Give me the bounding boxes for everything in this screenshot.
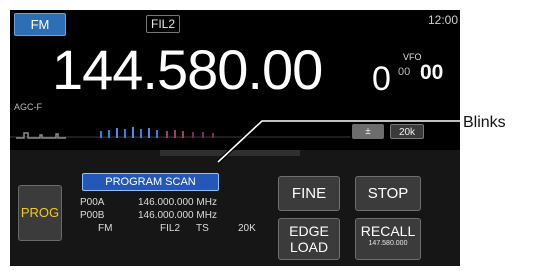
frequency-small-digit: 0	[372, 60, 391, 98]
fine-button[interactable]: FINE	[278, 176, 340, 211]
edge-load-line2: LOAD	[289, 239, 329, 255]
footer-filter: FIL2	[160, 223, 181, 234]
edge-load-button[interactable]: EDGE LOAD	[278, 218, 340, 260]
prog-button[interactable]: PROG	[18, 185, 62, 241]
program-scan-status: PROGRAM SCAN	[82, 173, 219, 191]
row-label-p00a: P00A	[80, 197, 105, 208]
panel-tab	[160, 150, 300, 156]
filter-button[interactable]: FIL2	[146, 15, 180, 33]
span-select-button[interactable]: ±	[352, 124, 384, 139]
callout-label: Blinks	[463, 114, 506, 131]
footer-ts-value: 20K	[238, 223, 256, 234]
clock: 12:00	[427, 13, 458, 27]
recall-button[interactable]: RECALL 147.580.000	[355, 218, 421, 260]
recall-label: RECALL	[360, 223, 416, 239]
recall-frequency: 147.580.000	[368, 240, 408, 247]
vfo-label: VFO	[403, 52, 422, 62]
row-label-p00b: P00B	[80, 210, 105, 221]
mode-button[interactable]: FM	[14, 13, 66, 36]
agc-label: AGC-F	[14, 102, 42, 112]
span-value-button[interactable]: 20k	[390, 124, 424, 139]
edge-load-line1: EDGE	[289, 223, 329, 239]
radio-screen: FM FIL2 12:00 144.580.00 0 VFO 00 00 AGC…	[10, 10, 460, 266]
vfo-small-digits: 00	[398, 66, 411, 78]
vfo-big-digits: 00	[420, 61, 444, 84]
stop-button[interactable]: STOP	[355, 176, 421, 211]
scope-signal-bars	[100, 127, 214, 138]
figure-caption-strip	[0, 0, 533, 10]
footer-mode: FM	[98, 223, 113, 234]
frequency-main[interactable]: 144.580.00	[52, 40, 323, 100]
row-value-p00b: 146.000.000 MHz	[138, 210, 217, 221]
footer-ts-label: TS	[196, 223, 209, 234]
row-value-p00a: 146.000.000 MHz	[138, 197, 217, 208]
